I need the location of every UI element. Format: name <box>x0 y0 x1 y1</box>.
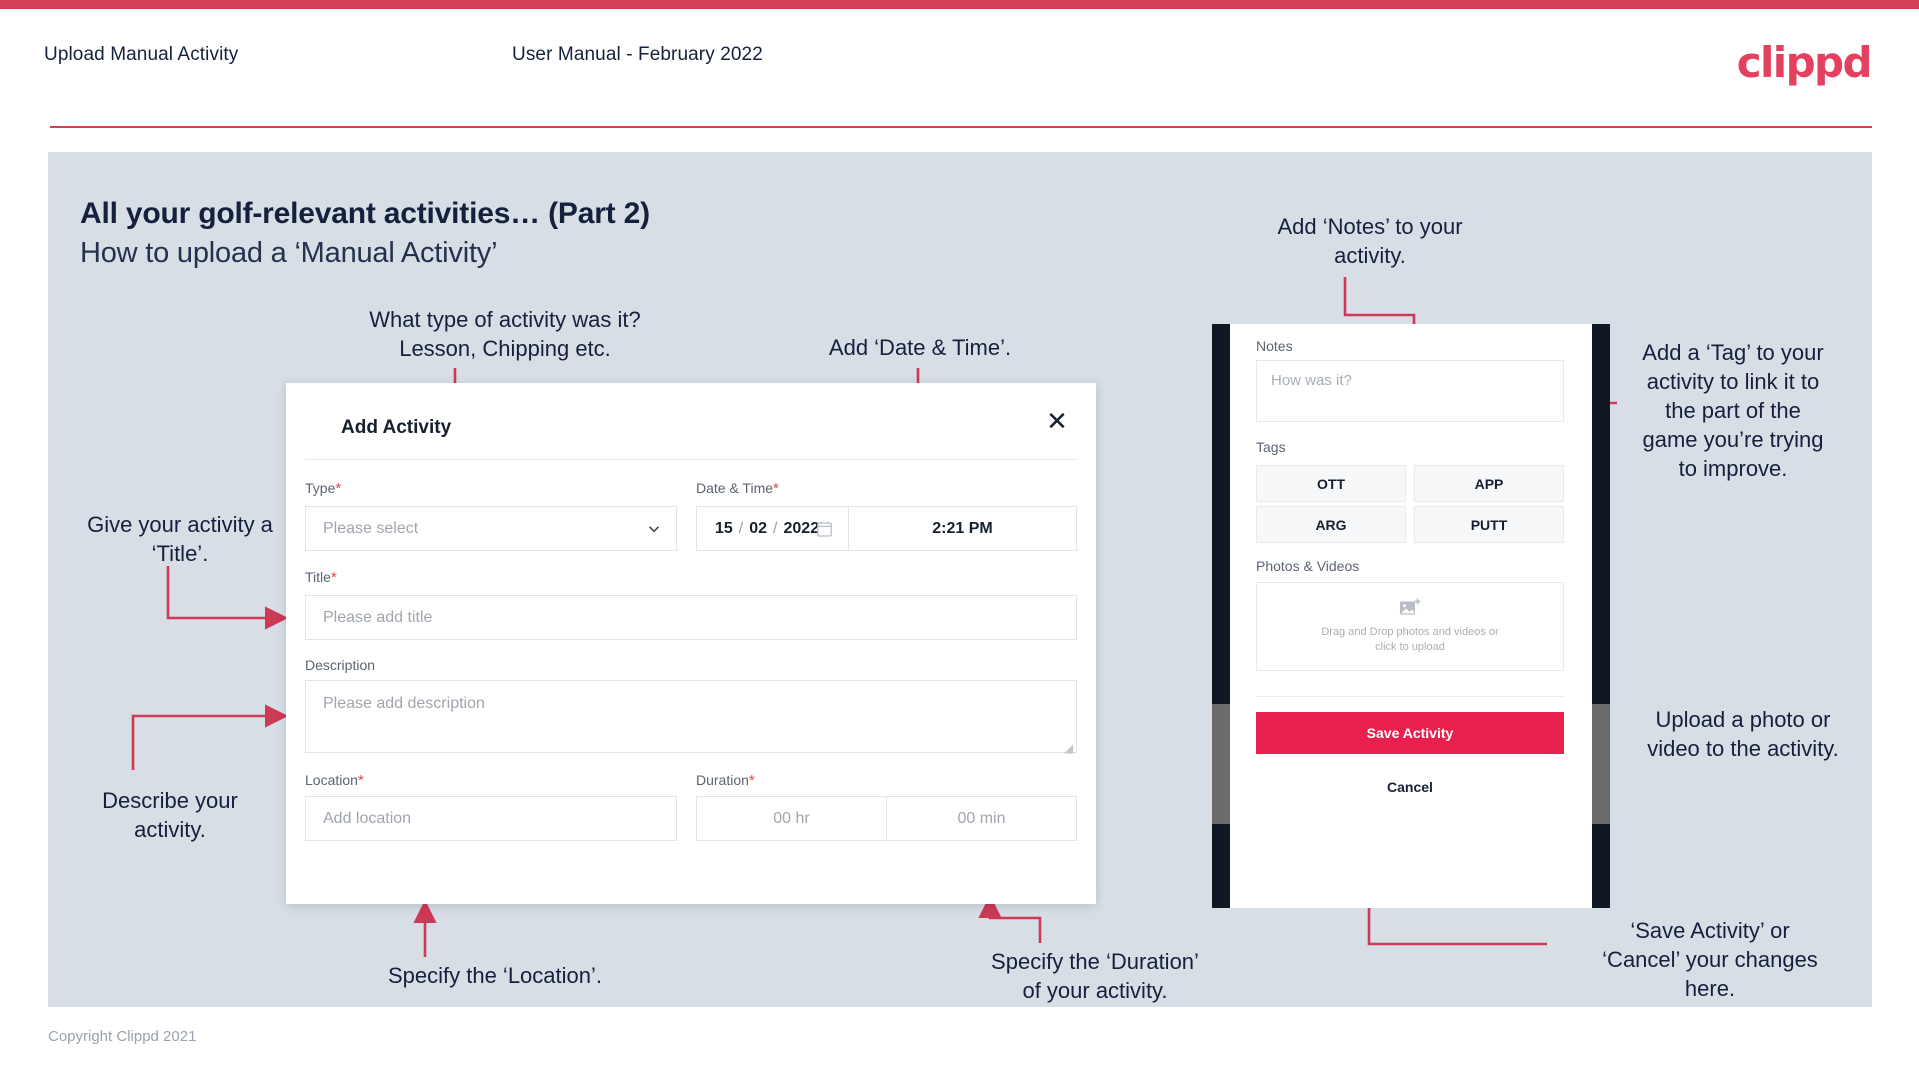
annotation-upload: Upload a photo or video to the activity. <box>1647 707 1839 761</box>
location-label: Location* <box>305 772 364 789</box>
header-divider <box>50 126 1872 128</box>
add-activity-dialog: Add Activity ✕ Type* Please select Date … <box>286 383 1096 904</box>
calendar-icon[interactable] <box>817 521 832 537</box>
datetime-required-marker: * <box>773 480 779 497</box>
top-accent-stripe <box>0 0 1919 9</box>
type-label-text: Type <box>305 480 336 496</box>
tag-app[interactable]: APP <box>1414 465 1564 502</box>
tag-arg[interactable]: ARG <box>1256 506 1406 543</box>
annotation-datetime: Add ‘Date & Time’. <box>828 335 1012 360</box>
location-label-text: Location <box>305 772 358 788</box>
duration-required-marker: * <box>748 772 755 789</box>
dialog-divider <box>305 459 1077 460</box>
phone-left-scroll-segment <box>1212 704 1230 824</box>
page-title: All your golf-relevant activities… (Part… <box>80 197 650 230</box>
title-label: Title* <box>305 569 337 586</box>
type-placeholder: Please select <box>323 519 419 537</box>
header-center-title: User Manual - February 2022 <box>512 44 763 65</box>
annotation-notes: Add ‘Notes’ to your activity. <box>1277 214 1463 268</box>
datetime-label: Date & Time* <box>696 480 779 497</box>
duration-label-text: Duration <box>696 772 749 788</box>
resize-handle-icon[interactable]: ◢ <box>1064 741 1074 755</box>
photo-dropzone[interactable]: Drag and Drop photos and videos or click… <box>1256 582 1564 671</box>
title-placeholder: Please add title <box>323 608 433 626</box>
phone-left-frame <box>1212 324 1230 908</box>
close-icon[interactable]: ✕ <box>1040 405 1074 439</box>
dialog-title: Add Activity <box>341 417 452 438</box>
title-label-text: Title <box>305 569 331 585</box>
annotation-duration: Specify the ‘Duration’ of your activity. <box>991 949 1199 1003</box>
phone-divider <box>1256 696 1564 697</box>
description-label: Description <box>305 657 376 673</box>
date-day: 15 <box>715 519 733 537</box>
type-label: Type* <box>305 480 341 497</box>
time-input[interactable]: 2:21 PM <box>849 507 1076 550</box>
notes-textarea[interactable]: How was it? <box>1256 360 1564 422</box>
page-subtitle: How to upload a ‘Manual Activity’ <box>80 237 498 269</box>
annotation-tags: Add a ‘Tag’ to your activity to link it … <box>1642 340 1824 481</box>
notes-label: Notes <box>1256 338 1293 354</box>
description-textarea[interactable]: Please add description ◢ <box>305 680 1077 755</box>
location-input[interactable]: Add location <box>305 796 677 841</box>
duration-minutes-input[interactable]: 00 min <box>887 797 1076 840</box>
photos-label: Photos & Videos <box>1256 558 1360 574</box>
title-required-marker: * <box>330 569 337 586</box>
phone-screen: Notes How was it? Tags OTT APP ARG PUTT … <box>1230 324 1592 908</box>
date-month: 02 <box>749 519 768 537</box>
title-input[interactable]: Please add title <box>305 595 1077 640</box>
location-required-marker: * <box>357 772 364 789</box>
date-input[interactable]: 15 / 02 / 2022 <box>697 507 849 550</box>
dropzone-text: Drag and Drop photos and videos or click… <box>1321 626 1499 653</box>
annotation-save: ‘Save Activity’ or ‘Cancel’ your changes… <box>1602 918 1818 1001</box>
phone-right-scroll-segment <box>1592 704 1610 824</box>
duration-field: 00 hr 00 min <box>696 796 1077 841</box>
duration-label: Duration* <box>696 772 755 789</box>
description-placeholder: Please add description <box>323 695 485 712</box>
date-year: 2022 <box>783 519 820 537</box>
mobile-preview: Notes How was it? Tags OTT APP ARG PUTT … <box>1212 324 1610 908</box>
datetime-label-text: Date & Time <box>696 480 774 496</box>
annotation-type: What type of activity was it? Lesson, Ch… <box>369 307 641 361</box>
tag-ott[interactable]: OTT <box>1256 465 1406 502</box>
annotation-location: Specify the ‘Location’. <box>387 963 603 988</box>
chevron-down-icon <box>648 525 660 532</box>
annotation-title: Give your activity a ‘Title’. <box>87 512 273 566</box>
date-sep-2: / <box>773 519 778 537</box>
add-image-icon <box>1400 598 1421 615</box>
tag-putt[interactable]: PUTT <box>1414 506 1564 543</box>
copyright-text: Copyright Clippd 2021 <box>48 1028 197 1045</box>
header-left-title: Upload Manual Activity <box>44 44 239 65</box>
date-sep-1: / <box>738 519 744 537</box>
save-activity-button[interactable]: Save Activity <box>1256 712 1564 754</box>
notes-placeholder: How was it? <box>1271 372 1352 389</box>
annotation-description: Describe your activity. <box>102 788 238 842</box>
datetime-field[interactable]: 15 / 02 / 2022 2:21 PM <box>696 506 1077 551</box>
type-required-marker: * <box>335 480 342 497</box>
location-placeholder: Add location <box>323 809 412 827</box>
type-select[interactable]: Please select <box>305 506 677 551</box>
tags-label: Tags <box>1256 439 1286 455</box>
cancel-button[interactable]: Cancel <box>1256 772 1564 802</box>
duration-hours-input[interactable]: 00 hr <box>697 797 887 840</box>
phone-right-frame <box>1592 324 1610 908</box>
clippd-logo: clippd <box>1736 38 1873 87</box>
